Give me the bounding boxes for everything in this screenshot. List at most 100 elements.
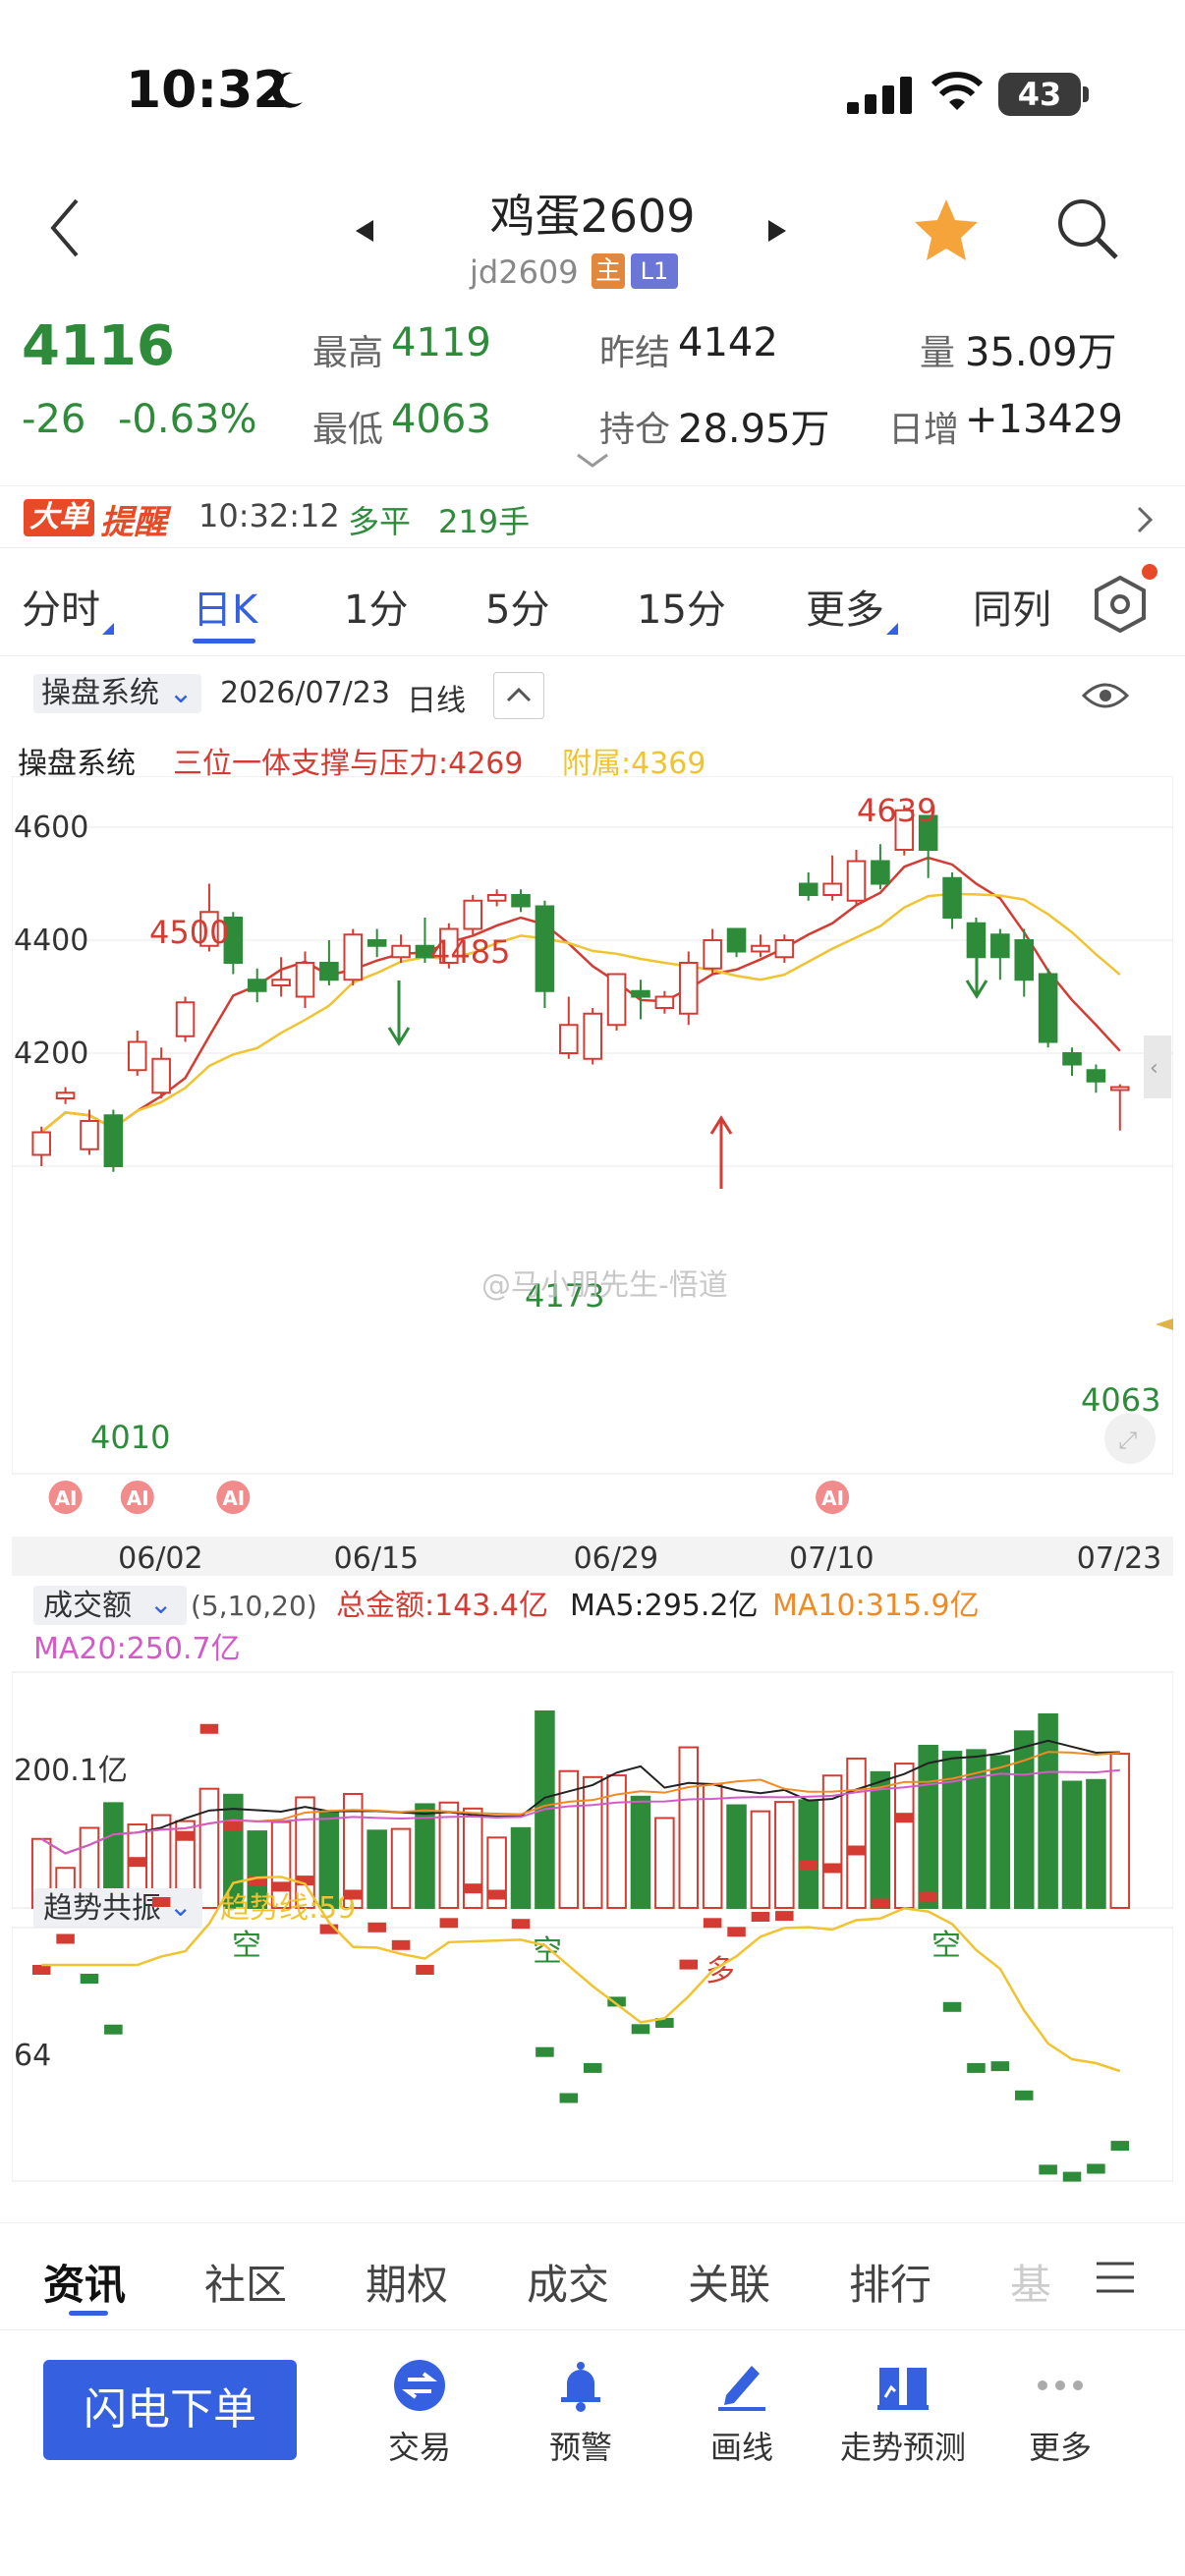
daily-increase-label: 日增 xyxy=(888,410,960,450)
tab-daily-k[interactable]: 日K xyxy=(193,578,257,635)
volume-bar-up xyxy=(702,1782,723,1909)
trend-axis-label: 64 xyxy=(14,2039,51,2073)
volume-bar-up xyxy=(750,1810,771,1910)
last-price: 4116 xyxy=(22,314,175,378)
volume-axis-label: 200.1亿 xyxy=(14,1754,128,1788)
trend-bar-up xyxy=(679,1959,699,1970)
trend-forecast-button[interactable]: 走势预测 xyxy=(829,2358,977,2468)
alert-button[interactable]: 预警 xyxy=(507,2358,654,2468)
candle-up xyxy=(583,1012,602,1060)
tab-1min[interactable]: 1分 xyxy=(344,578,408,635)
chevron-down-icon[interactable] xyxy=(576,452,609,470)
candle-down xyxy=(319,962,339,981)
dropdown-triangle-icon xyxy=(886,623,898,635)
candle-up xyxy=(463,899,483,930)
candle-down xyxy=(367,939,387,947)
alert-badge-text: 提醒 xyxy=(100,503,167,542)
low-label: 最低 xyxy=(312,410,384,450)
trend-bar-down xyxy=(1062,2171,1082,2182)
candle-down xyxy=(1014,939,1035,981)
tab-same-column[interactable]: 同列 xyxy=(973,578,1051,635)
alert-quantity: 219手 xyxy=(438,503,531,540)
eye-icon[interactable] xyxy=(1081,678,1130,713)
price-tick-label: 4600 xyxy=(14,811,88,845)
trend-bar-down xyxy=(1087,2163,1105,2174)
star-icon[interactable] xyxy=(912,196,981,263)
volume-ma10: MA10:315.9亿 xyxy=(772,1589,980,1623)
price-change: -26 xyxy=(22,397,86,442)
flash-order-button[interactable]: 闪电下单 xyxy=(43,2360,297,2460)
volume-bar-up xyxy=(894,1763,915,1910)
tab-15min[interactable]: 15分 xyxy=(637,578,726,635)
candle-down xyxy=(942,876,962,919)
tab-ranking[interactable]: 排行 xyxy=(849,2252,931,2312)
high-value: 4119 xyxy=(391,320,491,365)
candle-up xyxy=(559,1024,579,1054)
volume-bar-down xyxy=(870,1770,891,1910)
candle-up xyxy=(1110,1086,1130,1092)
daily-increase-value: +13429 xyxy=(965,397,1123,442)
active-content-tab-indicator xyxy=(69,2311,108,2316)
volume-bar-down xyxy=(989,1755,1011,1909)
time-tick-label: 06/15 xyxy=(334,1541,419,1576)
tab-related[interactable]: 关联 xyxy=(688,2252,770,2312)
candles xyxy=(31,805,1130,1172)
trade-button[interactable]: 交易 xyxy=(346,2358,493,2468)
candle-down xyxy=(871,860,890,885)
trend-select-label: 趋势共振 xyxy=(43,1891,161,1926)
trend-bar-down xyxy=(1014,2090,1034,2100)
tab-5min[interactable]: 5分 xyxy=(485,578,549,635)
tab-community[interactable]: 社区 xyxy=(204,2252,287,2312)
kline-chart[interactable]: 460044004200 4500 4485 4639 4173 4063 40… xyxy=(12,776,1173,2191)
more-button[interactable]: 更多 xyxy=(987,2358,1134,2468)
volume-total: 总金额:143.4亿 xyxy=(336,1589,548,1623)
candle-down xyxy=(1038,973,1058,1043)
draw-line-button[interactable]: 画线 xyxy=(668,2358,816,2468)
volume-params: (5,10,20) xyxy=(191,1590,317,1622)
tab-timeshare[interactable]: 分时 xyxy=(22,578,114,635)
system-select[interactable]: 操盘系统 ⌄ xyxy=(33,674,201,713)
time-tick-label: 06/29 xyxy=(574,1541,658,1576)
next-contract-icon[interactable] xyxy=(766,218,788,244)
search-icon[interactable] xyxy=(1055,196,1120,261)
volume-bar-up xyxy=(846,1757,867,1909)
volume-ma20: MA20:250.7亿 xyxy=(33,1632,241,1666)
ai-badge-label: AI xyxy=(55,1486,78,1510)
tab-trades[interactable]: 成交 xyxy=(527,2252,609,2312)
tab-fundamentals[interactable]: 基 xyxy=(1010,2252,1051,2312)
candle-up xyxy=(751,944,770,953)
big-order-alert-bar[interactable] xyxy=(0,485,1185,548)
collapse-button[interactable] xyxy=(493,672,544,719)
open-interest-label: 持仓 xyxy=(599,410,671,450)
candle-up xyxy=(846,860,867,902)
volume-bar-up xyxy=(774,1801,795,1909)
candle-up xyxy=(295,962,315,998)
candle-up xyxy=(678,962,699,1015)
ai-badges: AI AI AI AI xyxy=(48,1481,850,1514)
chevron-up-icon xyxy=(506,687,532,702)
trend-bar-down xyxy=(942,2001,962,2012)
volume-bar-down xyxy=(367,1829,387,1910)
candle-up xyxy=(175,1001,196,1037)
contract-code: jd2609 xyxy=(470,253,579,291)
alert-time: 10:32:12 xyxy=(198,497,340,534)
tab-news[interactable]: 资讯 xyxy=(43,2252,126,2312)
volume-value: 35.09万 xyxy=(965,330,1117,375)
volume-bar-down xyxy=(510,1826,532,1910)
settings-hexagon-icon[interactable] xyxy=(1093,574,1148,635)
tab-more[interactable]: 更多 xyxy=(806,578,898,635)
volume-bar-down xyxy=(1086,1778,1106,1910)
candle-up xyxy=(151,1057,171,1094)
level-badge: L1 xyxy=(631,253,678,289)
volume-bar-down xyxy=(630,1795,651,1909)
tab-options[interactable]: 期权 xyxy=(366,2252,448,2312)
volume-bar-down xyxy=(415,1803,435,1909)
volume-select-label: 成交额 xyxy=(43,1589,132,1623)
candle-down xyxy=(103,1114,124,1167)
price-axis: 4600 4400 4200 xyxy=(14,811,88,1071)
candle-down xyxy=(1062,1052,1082,1066)
low-label-0: 4010 xyxy=(90,1419,170,1456)
menu-icon[interactable] xyxy=(1095,2260,1136,2295)
chevron-right-icon[interactable] xyxy=(1136,505,1154,534)
prev-settle-value: 4142 xyxy=(678,320,778,365)
